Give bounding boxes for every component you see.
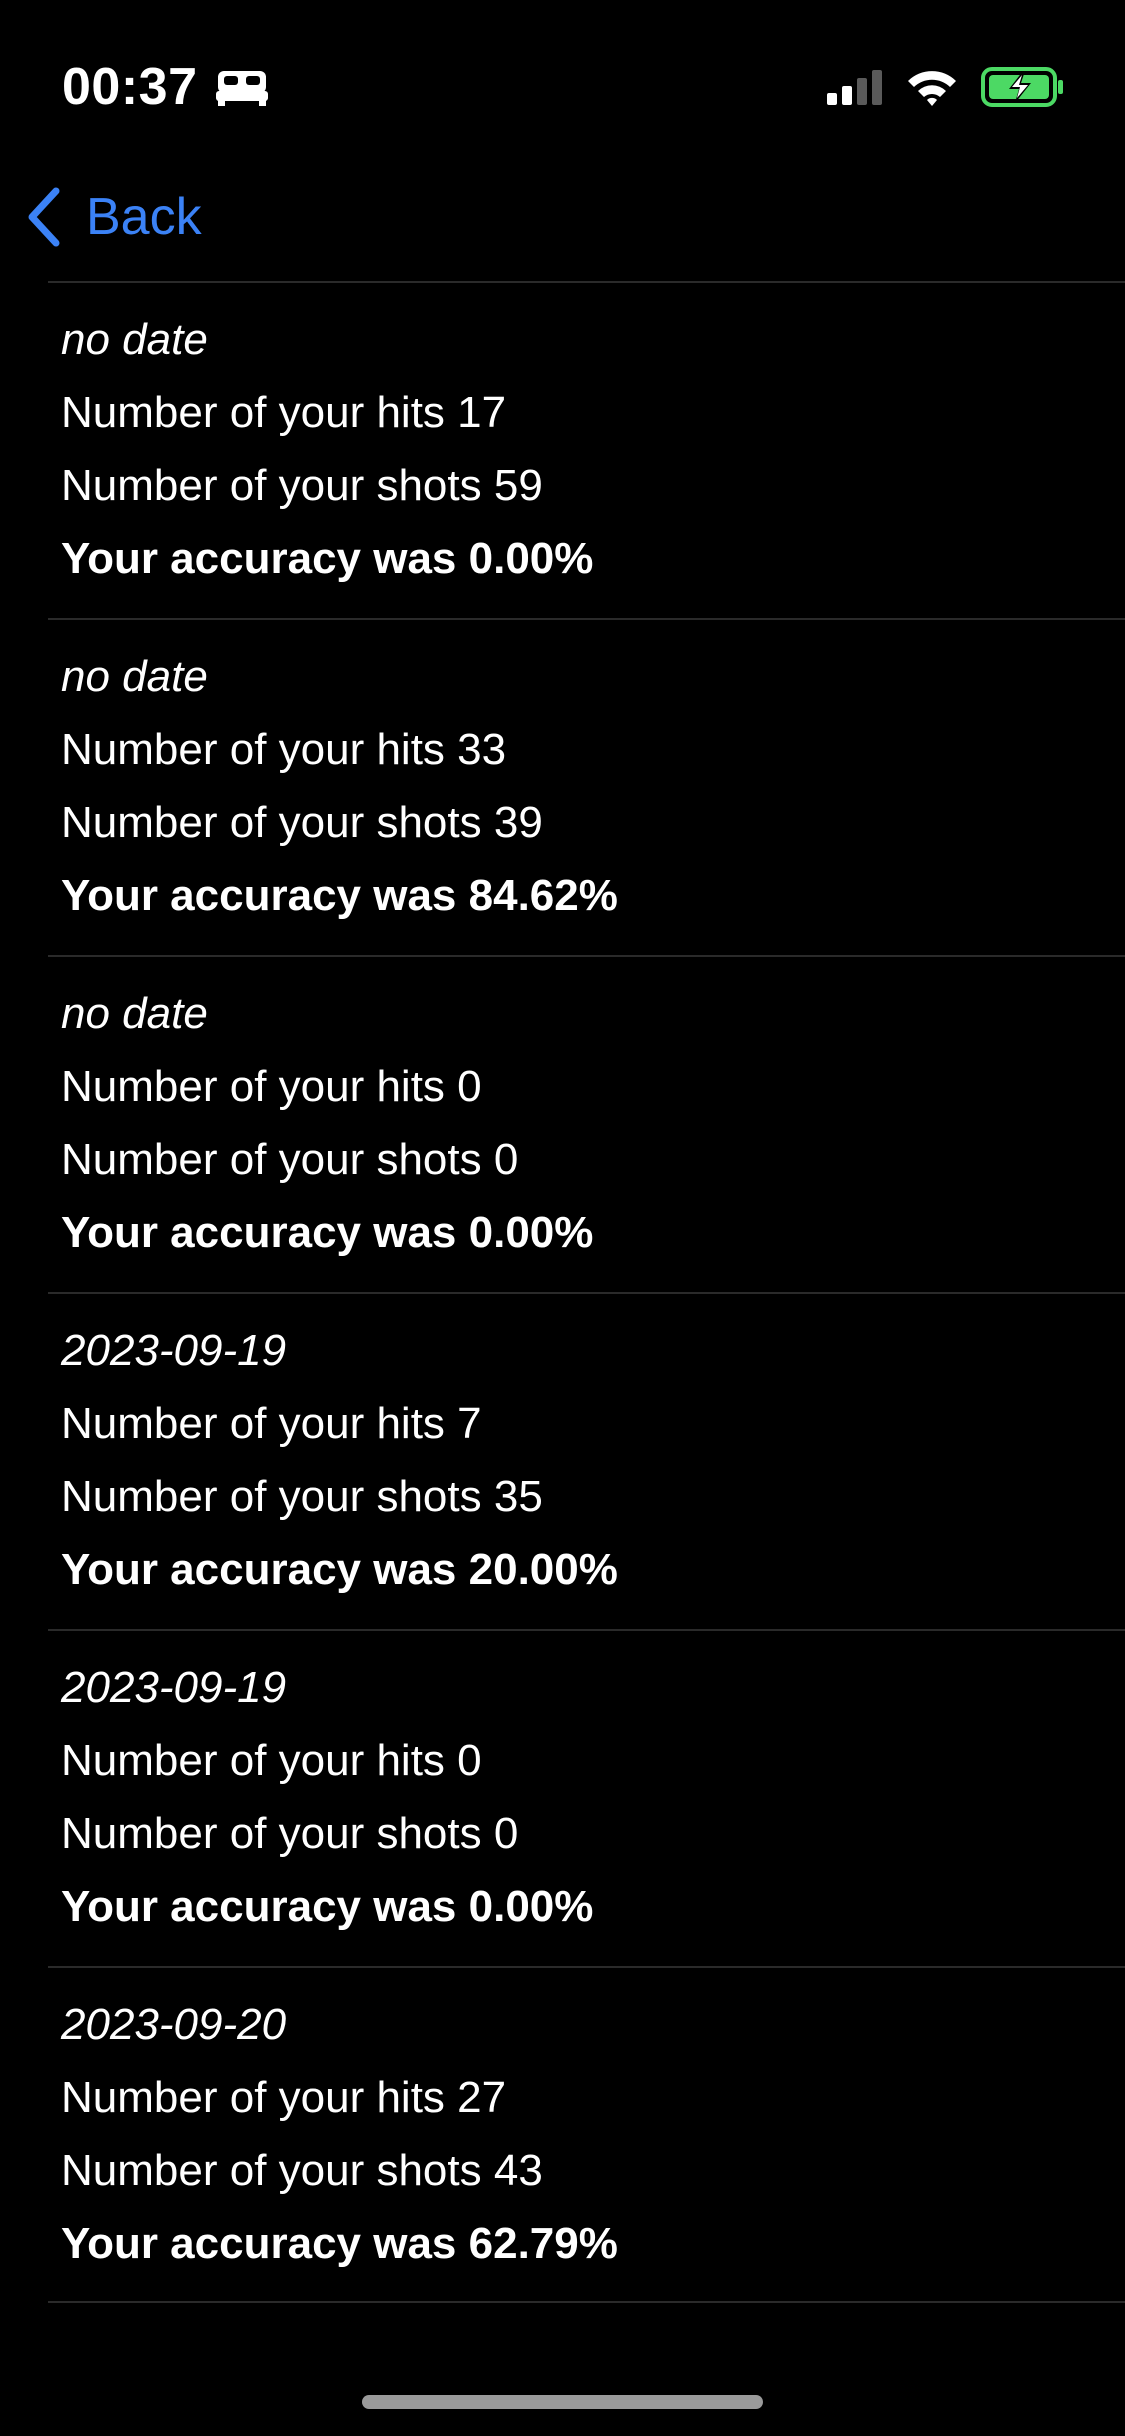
back-button-label: Back	[86, 188, 202, 246]
list-item[interactable]: no date Number of your hits 33 Number of…	[48, 618, 1125, 955]
cellular-signal-icon	[827, 70, 882, 105]
battery-charging-icon	[981, 67, 1063, 107]
record-date: no date	[61, 989, 208, 1038]
record-hits: Number of your hits 33	[61, 725, 507, 774]
status-bar: 00:37	[0, 0, 1125, 150]
record-shots: Number of your shots 0	[61, 1135, 519, 1184]
navigation-bar: Back	[0, 170, 1125, 280]
record-accuracy: Your accuracy was 0.00%	[61, 534, 594, 583]
bed-icon	[215, 71, 268, 106]
record-accuracy: Your accuracy was 0.00%	[61, 1208, 594, 1257]
record-shots: Number of your shots 35	[61, 1472, 543, 1521]
record-shots: Number of your shots 59	[61, 461, 543, 510]
record-shots: Number of your shots 0	[61, 1809, 519, 1858]
status-time: 00:37	[62, 52, 270, 122]
record-shots: Number of your shots 43	[61, 2146, 543, 2195]
record-accuracy: Your accuracy was 20.00%	[61, 1545, 618, 1594]
list-item[interactable]: 2023-09-19 Number of your hits 7 Number …	[48, 1292, 1125, 1629]
list-item[interactable]: no date Number of your hits 0 Number of …	[48, 955, 1125, 1292]
chevron-left-icon	[28, 187, 60, 247]
record-date: 2023-09-19	[61, 1663, 287, 1712]
record-hits: Number of your hits 27	[61, 2073, 507, 2122]
record-hits: Number of your hits 0	[61, 1062, 482, 1111]
back-button[interactable]: Back	[26, 182, 202, 252]
status-time-label: 00:37	[62, 58, 198, 116]
record-hits: Number of your hits 17	[61, 388, 507, 437]
list-item[interactable]: no date Number of your hits 17 Number of…	[48, 281, 1125, 618]
record-accuracy: Your accuracy was 0.00%	[61, 1882, 594, 1931]
record-accuracy: Your accuracy was 62.79%	[61, 2219, 618, 2268]
record-date: 2023-09-20	[61, 2000, 287, 2049]
status-icons	[825, 66, 1065, 108]
record-shots: Number of your shots 39	[61, 798, 543, 847]
results-list: no date Number of your hits 17 Number of…	[0, 281, 1125, 2303]
record-accuracy: Your accuracy was 84.62%	[61, 871, 618, 920]
record-date: 2023-09-19	[61, 1326, 287, 1375]
record-hits: Number of your hits 7	[61, 1399, 482, 1448]
record-date: no date	[61, 652, 208, 701]
list-item[interactable]: 2023-09-20 Number of your hits 27 Number…	[48, 1966, 1125, 2303]
list-item[interactable]: 2023-09-19 Number of your hits 0 Number …	[48, 1629, 1125, 1966]
wifi-icon	[908, 71, 956, 106]
record-date: no date	[61, 315, 208, 364]
home-indicator[interactable]	[362, 2395, 763, 2409]
record-hits: Number of your hits 0	[61, 1736, 482, 1785]
